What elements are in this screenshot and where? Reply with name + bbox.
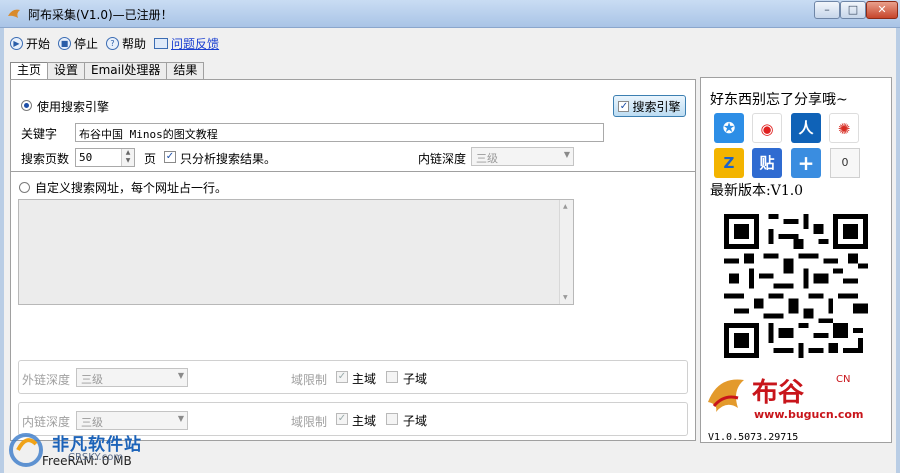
custom-url-radio[interactable] (19, 182, 30, 193)
inner-sub-domain-label: 子域 (403, 414, 428, 428)
inner-main-domain-checkbox[interactable]: ✓ (336, 413, 348, 425)
mail-icon (154, 37, 169, 49)
tab-settings[interactable]: 设置 (47, 62, 86, 79)
search-engine-button-label: 搜索引擎 (632, 99, 681, 114)
chevron-down-icon: ▼ (177, 414, 184, 423)
inner-main-domain-label: 主域 (352, 414, 377, 428)
outer-main-domain-label: 主域 (352, 372, 377, 386)
build-version: V1.0.5073.29715 (708, 432, 799, 443)
play-icon: ▶ (10, 36, 23, 50)
feedback-link[interactable]: 问题反馈 (154, 35, 219, 52)
close-button[interactable]: ✕ (866, 1, 898, 19)
outer-domain-limit-label: 域限制 (291, 373, 328, 387)
pages-unit: 页 (144, 152, 157, 166)
chevron-down-icon: ▼ (563, 150, 570, 159)
app-bird-icon (8, 9, 20, 18)
checked-icon: ✓ (618, 100, 630, 112)
tab-results[interactable]: 结果 (166, 62, 205, 79)
outer-depth-select[interactable]: 三级 ▼ (76, 368, 188, 387)
stop-button[interactable]: ■ 停止 (58, 35, 98, 52)
inner-depth-label: 内链深度 (418, 152, 467, 166)
tieba-icon[interactable]: 贴 (752, 148, 782, 178)
outer-main-domain-checkbox[interactable]: ✓ (336, 371, 348, 383)
chevron-down-icon: ▼ (177, 371, 184, 380)
only-analyze-label: 只分析搜索结果。 (180, 152, 277, 166)
stop-label: 停止 (74, 36, 99, 51)
window-title: 阿布采集(V1.0)—已注册！ (28, 8, 173, 22)
tab-strip: 主页 设置 Email处理器 结果 (10, 62, 205, 80)
renren-icon[interactable]: 人 (791, 113, 821, 143)
qzone-icon[interactable]: ✪ (714, 113, 744, 143)
custom-url-label: 自定义搜索网址，每个网址占一行。 (35, 181, 228, 195)
only-analyze-checkbox[interactable]: ✓ (164, 151, 176, 163)
outer-depth-label: 外链深度 (22, 373, 71, 387)
stop-icon: ■ (58, 36, 72, 50)
stepper-arrows-icon[interactable]: ▲ ▼ (121, 149, 134, 166)
logo-super: CN (836, 374, 851, 385)
weibo-icon[interactable]: ◉ (752, 113, 782, 143)
inner-sub-domain-checkbox[interactable] (386, 413, 398, 425)
share-title: 好东西别忘了分享哦~ (710, 92, 848, 108)
keyword-label: 关键字 (21, 127, 58, 141)
feedback-label: 问题反馈 (171, 36, 220, 51)
logo-url: www.bugucn.com (754, 408, 864, 421)
latest-version-label: 最新版本:V1.0 (710, 183, 804, 199)
inner-row-depth-value: 三级 (81, 416, 103, 429)
qr-code-icon (724, 214, 868, 358)
share-count: 0 (830, 148, 860, 178)
help-button[interactable]: ? 帮助 (106, 35, 146, 52)
search-engine-button[interactable]: ✓ 搜索引擎 (613, 95, 686, 117)
use-engine-label: 使用搜索引擎 (37, 100, 110, 114)
minimize-button[interactable]: – (814, 1, 840, 19)
inner-depth-value: 三级 (476, 152, 498, 165)
tencent-weibo-icon[interactable]: ✺ (829, 113, 859, 143)
use-engine-radio[interactable] (21, 100, 32, 111)
inner-row-depth-select[interactable]: 三级 ▼ (76, 411, 188, 430)
inner-depth-select[interactable]: 三级 ▼ (471, 147, 574, 166)
tab-email-processor[interactable]: Email处理器 (84, 62, 168, 79)
start-label: 开始 (26, 36, 51, 51)
outer-sub-domain-label: 子域 (403, 372, 428, 386)
custom-url-textarea[interactable] (18, 199, 574, 305)
watermark-sub: CRSKY.com (68, 452, 124, 463)
bird-logo-icon (708, 379, 744, 412)
logo-text: 布谷 (752, 378, 805, 408)
toolbar: ▶ 开始 ■ 停止 ? 帮助 问题反馈 (10, 33, 219, 53)
tab-home[interactable]: 主页 (10, 62, 49, 80)
keyword-input[interactable]: 布谷中国 Minos的图文教程 (75, 123, 604, 142)
textarea-scrollbar[interactable]: ▲ ▼ (559, 200, 573, 304)
pengyou-icon[interactable]: Z (714, 148, 744, 178)
section-divider (11, 171, 695, 172)
inner-domain-limit-label: 域限制 (291, 415, 328, 429)
bugu-logo: 布谷 CN www.bugucn.com (704, 372, 864, 424)
help-label: 帮助 (122, 36, 147, 51)
outer-depth-value: 三级 (81, 373, 103, 386)
maximize-button[interactable]: □ (840, 1, 866, 19)
more-share-icon[interactable]: + (791, 148, 821, 178)
pages-label: 搜索页数 (21, 152, 70, 166)
help-icon: ? (106, 36, 120, 50)
outer-sub-domain-checkbox[interactable] (386, 371, 398, 383)
start-button[interactable]: ▶ 开始 (10, 35, 50, 52)
watermark-logo-icon (9, 433, 43, 467)
